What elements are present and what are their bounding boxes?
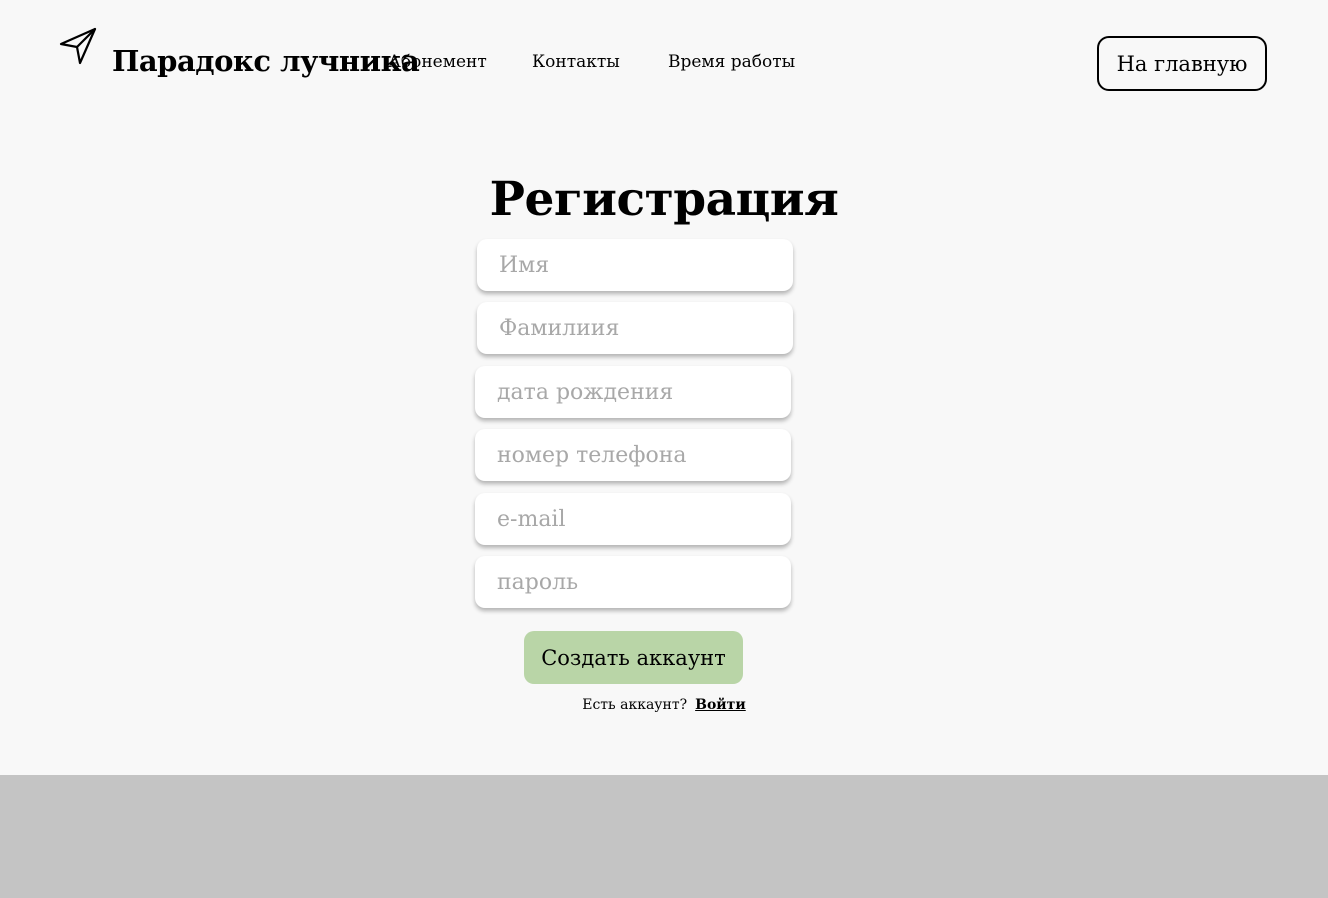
page-title: Регистрация (489, 172, 839, 227)
header: Парадокс лучника Абонемент Контакты Врем… (0, 0, 1328, 120)
phone-input[interactable] (475, 429, 791, 481)
site-title[interactable]: Парадокс лучника (112, 41, 420, 81)
home-button[interactable]: На главную (1097, 36, 1267, 91)
create-account-button[interactable]: Создать аккаунт (524, 631, 743, 684)
password-input[interactable] (475, 556, 791, 608)
email-input[interactable] (475, 493, 791, 545)
nav-link-working-hours[interactable]: Время работы (668, 50, 795, 74)
last-name-input[interactable] (477, 302, 793, 354)
login-row: Есть аккаунт? Войти (0, 694, 1328, 716)
first-name-input[interactable] (477, 239, 793, 291)
paper-plane-icon[interactable] (59, 27, 97, 65)
login-prompt: Есть аккаунт? (582, 697, 688, 713)
footer (0, 775, 1328, 898)
nav-link-subscription[interactable]: Абонемент (388, 50, 487, 74)
nav-link-contacts[interactable]: Контакты (532, 50, 620, 74)
birth-date-input[interactable] (475, 366, 791, 418)
login-link[interactable]: Войти (695, 697, 746, 713)
